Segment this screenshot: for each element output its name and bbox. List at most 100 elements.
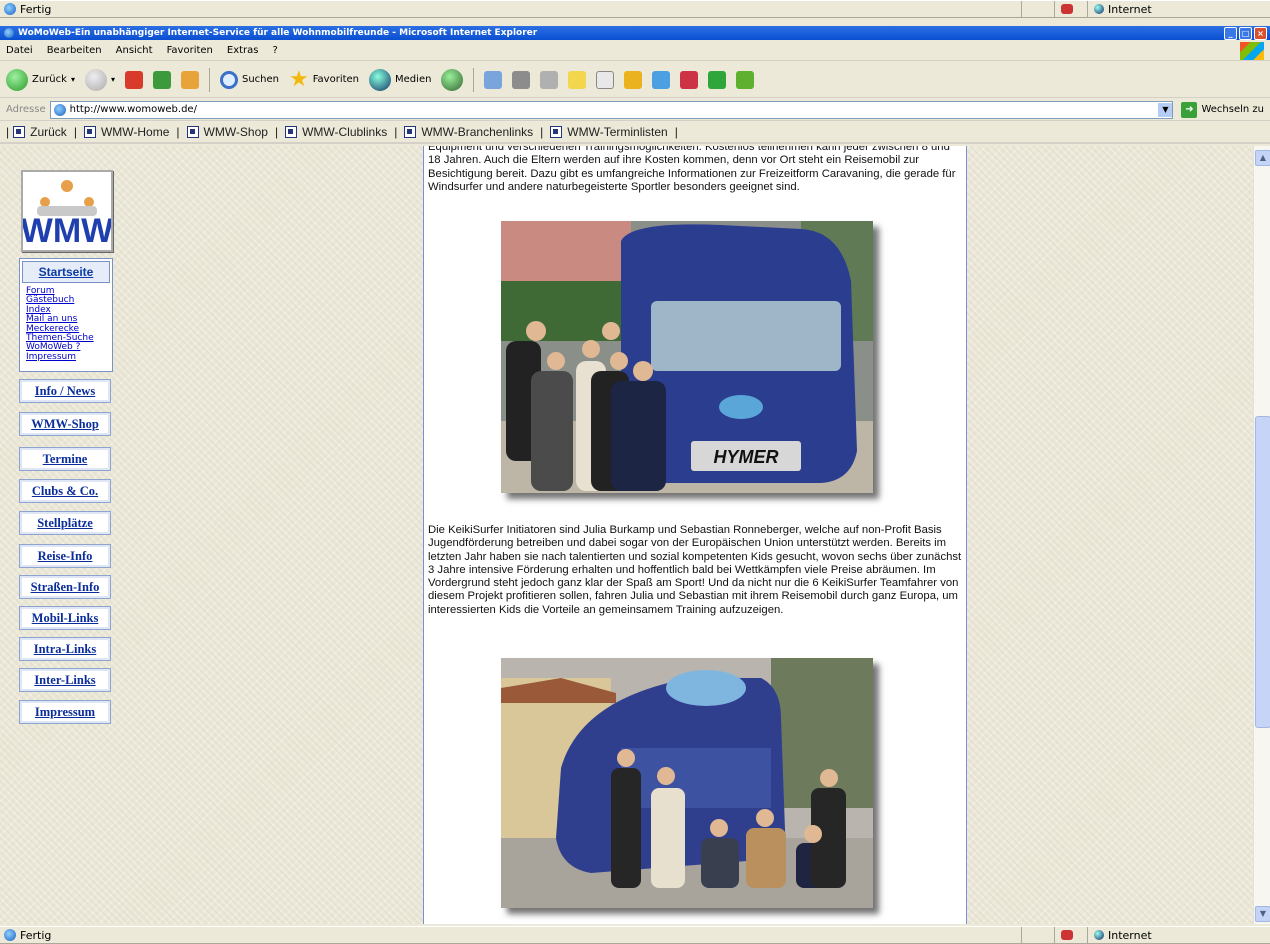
- refresh-icon[interactable]: [152, 70, 171, 89]
- nav-stellplaetze[interactable]: Stellplätze: [19, 511, 111, 535]
- status-bar: Fertig Internet: [0, 926, 1270, 944]
- ie-title-icon: [4, 28, 14, 38]
- top-status-bar: Fertig Internet: [0, 0, 1270, 18]
- forward-button[interactable]: ▾: [84, 68, 115, 91]
- stop-icon[interactable]: [124, 70, 143, 89]
- menu-bearbeiten[interactable]: Bearbeiten: [47, 45, 102, 56]
- sublink-impressum[interactable]: Impressum: [26, 352, 112, 362]
- link-label: WMW-Clublinks: [302, 125, 388, 139]
- media-button[interactable]: Medien: [369, 68, 432, 91]
- ie-page-icon: [4, 3, 16, 15]
- flash-icon[interactable]: [680, 70, 699, 89]
- page-icon: [53, 103, 66, 116]
- nav-wmw-shop[interactable]: WMW-Shop: [19, 412, 111, 436]
- nav-info-news[interactable]: Info / News: [19, 379, 111, 403]
- mail-icon[interactable]: [484, 70, 503, 89]
- menu-help[interactable]: ?: [273, 45, 278, 56]
- toolbar-extra-icon-2[interactable]: [736, 70, 755, 89]
- logo-letters: WMW: [23, 212, 111, 250]
- nav-startseite[interactable]: Startseite: [22, 261, 110, 283]
- nav-inter-links[interactable]: Inter-Links: [19, 668, 111, 692]
- menu-ansicht[interactable]: Ansicht: [116, 45, 153, 56]
- media-label: Medien: [395, 74, 432, 85]
- search-icon: [219, 70, 238, 89]
- media-icon: [369, 68, 392, 91]
- close-button[interactable]: ×: [1254, 26, 1267, 40]
- zone-text: Internet: [1108, 928, 1152, 942]
- star-icon: ★: [288, 66, 309, 92]
- favorites-button[interactable]: ★ Favoriten: [288, 66, 360, 92]
- photo-team-hymer-side: [501, 658, 873, 908]
- search-label: Suchen: [241, 74, 279, 85]
- article-paragraph-2: Die KeikiSurfer Initiatoren sind Julia B…: [428, 524, 962, 616]
- nav-termine[interactable]: Termine: [19, 447, 111, 471]
- address-dropdown-icon[interactable]: ▼: [1158, 102, 1173, 117]
- toolbar-extra-icon[interactable]: [708, 70, 727, 89]
- content-column: Equipment und verschiedenen Trainingsmög…: [423, 146, 967, 924]
- link-icon: [186, 126, 199, 138]
- article-paragraph-1: Equipment und verschiedenen Trainingsmög…: [428, 146, 956, 193]
- back-arrow-icon: [6, 68, 28, 91]
- nav-impressum[interactable]: Impressum: [19, 700, 111, 724]
- window-title-bar: WoMoWeb-Ein unabhängiger Internet-Servic…: [0, 26, 1270, 40]
- status-text-top: Fertig: [20, 2, 52, 16]
- link-wmw-home[interactable]: WMW-Home: [83, 125, 170, 139]
- back-button[interactable]: Zurück ▾: [6, 68, 75, 91]
- photo-team-hymer-front: HYMER: [501, 221, 873, 493]
- wmw-logo-icon: WMW: [23, 180, 111, 250]
- hymer-logo-text: HYMER: [713, 447, 778, 467]
- photo-image: HYMER: [501, 221, 873, 493]
- nav-clubs[interactable]: Clubs & Co.: [19, 479, 111, 503]
- document-icon[interactable]: [596, 70, 615, 89]
- menu-datei[interactable]: Datei: [6, 45, 33, 56]
- nav-mobil-links[interactable]: Mobil-Links: [19, 606, 111, 630]
- favorites-label: Favoriten: [312, 74, 360, 85]
- address-bar: Adresse http://www.womoweb.de/ ▼ ➜ Wechs…: [0, 99, 1270, 121]
- page-viewport: WMW Startseite Forum Gästebuch Index Mai…: [0, 146, 1253, 924]
- link-icon: [404, 126, 417, 138]
- folder-icon[interactable]: [568, 70, 587, 89]
- link-icon: [550, 126, 563, 138]
- print-icon[interactable]: [512, 70, 531, 89]
- address-input[interactable]: http://www.womoweb.de/ ▼: [49, 100, 1174, 119]
- link-wmw-branchenlinks[interactable]: WMW-Branchenlinks: [404, 125, 533, 139]
- link-label: WMW-Shop: [203, 125, 268, 139]
- scroll-up-icon[interactable]: ▲: [1255, 150, 1270, 166]
- window-title: WoMoWeb-Ein unabhängiger Internet-Servic…: [18, 28, 538, 38]
- scroll-down-icon[interactable]: ▼: [1255, 906, 1270, 922]
- link-wmw-shop[interactable]: WMW-Shop: [186, 125, 268, 139]
- minimize-button[interactable]: _: [1224, 26, 1237, 40]
- vertical-scrollbar[interactable]: ▲ ▼: [1253, 146, 1270, 924]
- go-button-label[interactable]: Wechseln zu: [1201, 104, 1270, 115]
- site-logo[interactable]: WMW: [21, 170, 113, 252]
- status-text: Fertig: [20, 928, 52, 942]
- edit-icon[interactable]: [540, 70, 559, 89]
- link-icon: [285, 126, 298, 138]
- maximize-button[interactable]: □: [1239, 26, 1252, 40]
- link-label: Zurück: [30, 125, 67, 139]
- link-label: WMW-Home: [100, 125, 170, 139]
- menu-extras[interactable]: Extras: [227, 45, 259, 56]
- history-icon[interactable]: [441, 68, 464, 91]
- address-label: Adresse: [6, 104, 46, 115]
- lock-icon: [1061, 4, 1073, 14]
- menu-favoriten[interactable]: Favoriten: [167, 45, 213, 56]
- home-icon[interactable]: [180, 70, 199, 89]
- messenger-icon[interactable]: [652, 70, 671, 89]
- nav-strassen-info[interactable]: Straßen-Info: [19, 575, 111, 599]
- lock-icon: [1061, 930, 1073, 940]
- back-label: Zurück: [32, 74, 67, 85]
- link-wmw-clublinks[interactable]: WMW-Clublinks: [285, 125, 387, 139]
- link-zurueck[interactable]: Zurück: [13, 125, 67, 139]
- nav-reise-info[interactable]: Reise-Info: [19, 544, 111, 568]
- notes-icon[interactable]: [624, 70, 643, 89]
- links-bar: | Zurück | WMW-Home | WMW-Shop | WMW-Clubli…: [0, 122, 1270, 144]
- scroll-thumb[interactable]: [1255, 416, 1270, 728]
- standard-toolbar: Zurück ▾ ▾ Suchen ★ Favoriten Medien: [0, 62, 1270, 98]
- zone-text-top: Internet: [1108, 2, 1152, 16]
- ie-page-icon: [4, 929, 16, 941]
- go-arrow-icon[interactable]: ➜: [1181, 101, 1198, 118]
- search-button[interactable]: Suchen: [219, 70, 279, 89]
- nav-intra-links[interactable]: Intra-Links: [19, 637, 111, 661]
- link-wmw-terminlisten[interactable]: WMW-Terminlisten: [550, 125, 668, 139]
